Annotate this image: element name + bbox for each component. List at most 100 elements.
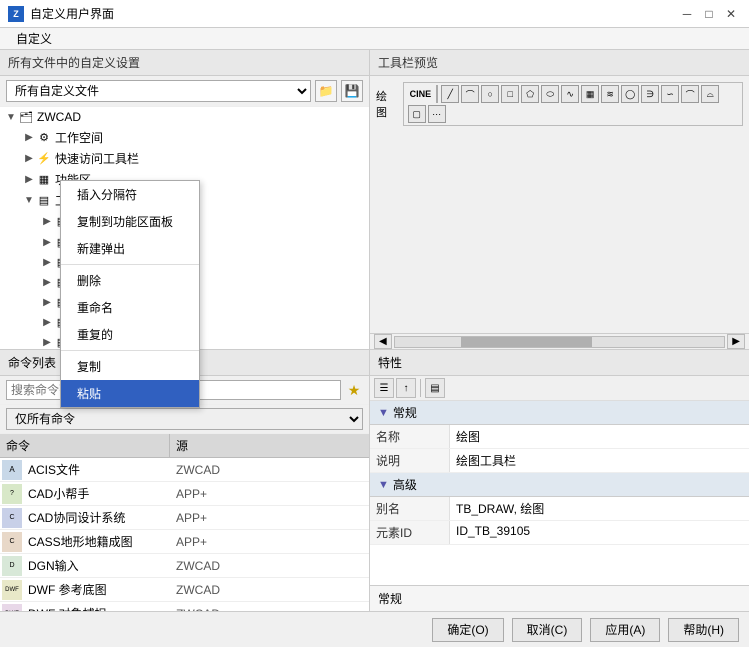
props-key-desc: 说明 <box>370 449 450 472</box>
bottom-bar: 确定(O) 取消(C) 应用(A) 帮助(H) <box>0 611 749 647</box>
help-button[interactable]: 帮助(H) <box>668 618 739 642</box>
title-controls: ─ □ ✕ <box>677 5 741 23</box>
expand-t4[interactable]: ▶ <box>40 275 54 289</box>
expand-workspace[interactable]: ▶ <box>22 131 36 145</box>
cmd-row-6[interactable]: DWF DWF 对象捕捉 ZWCAD <box>0 602 369 611</box>
props-val-name: 绘图 <box>450 425 749 448</box>
tree-item-zwcad[interactable]: ▼ 🗂 ZWCAD <box>0 107 369 127</box>
tb-btn-15[interactable]: ▢ <box>408 105 426 123</box>
h-scrollbar[interactable] <box>394 336 726 348</box>
tb-btn-13[interactable]: ⌒ <box>681 85 699 103</box>
tb-btn-1[interactable]: ╱ <box>441 85 459 103</box>
props-tb-btn-1[interactable]: ☰ <box>374 378 394 398</box>
ctx-copy-ribbon[interactable]: 复制到功能区面板 <box>61 208 199 235</box>
menu-item-customize[interactable]: 自定义 <box>8 28 60 49</box>
window-title: 自定义用户界面 <box>30 5 114 22</box>
scroll-left[interactable]: ◀ <box>374 334 392 349</box>
ctx-sep-1 <box>61 264 199 265</box>
expand-quickaccess[interactable]: ▶ <box>22 152 36 166</box>
props-tb-btn-3[interactable]: ▤ <box>425 378 445 398</box>
tree-item-workspace[interactable]: ▶ ⚙ 工作空间 <box>0 127 369 148</box>
file-select[interactable]: 所有自定义文件 <box>6 80 311 102</box>
tb-btn-16[interactable]: ⋯ <box>428 105 446 123</box>
props-row-name: 名称 绘图 <box>370 425 749 449</box>
expand-t3[interactable]: ▶ <box>40 255 54 269</box>
ctx-rename[interactable]: 重命名 <box>61 294 199 321</box>
expand-t5[interactable]: ▶ <box>40 295 54 309</box>
star-button[interactable]: ★ <box>345 381 363 399</box>
cmd-row-5[interactable]: DWF DWF 参考底图 ZWCAD <box>0 578 369 602</box>
tb-btn-7[interactable]: ∿ <box>561 85 579 103</box>
left-panel-header: 所有文件中的自定义设置 <box>0 50 369 76</box>
expand-t7[interactable]: ▶ <box>40 335 54 349</box>
cmd-row-0[interactable]: A ACIS文件 ZWCAD <box>0 458 369 482</box>
expand-t6[interactable]: ▶ <box>40 315 54 329</box>
cmd-name-6: DWF 对象捕捉 <box>24 602 172 611</box>
tb-btn-4[interactable]: □ <box>501 85 519 103</box>
close-button[interactable]: ✕ <box>721 5 741 23</box>
ctx-insert-sep[interactable]: 插入分隔符 <box>61 181 199 208</box>
ctx-duplicate[interactable]: 重复的 <box>61 321 199 348</box>
filter-select[interactable]: 仅所有命令 <box>6 408 363 430</box>
cmd-row-3[interactable]: C CASS地形地籍成图 APP+ <box>0 530 369 554</box>
apply-button[interactable]: 应用(A) <box>590 618 660 642</box>
expand-biaozhu[interactable]: ▶ <box>40 215 54 229</box>
tb-sep-1 <box>436 85 438 103</box>
props-header: 特性 <box>370 350 749 376</box>
cancel-button[interactable]: 取消(C) <box>512 618 583 642</box>
tb-btn-5[interactable]: ⬠ <box>521 85 539 103</box>
props-tb-btn-2[interactable]: ↑ <box>396 378 416 398</box>
cmd-icon-1: ? <box>2 484 22 504</box>
cmd-source-3: APP+ <box>172 532 369 552</box>
cmd-icon-0: A <box>2 460 22 480</box>
ctx-delete[interactable]: 删除 <box>61 267 199 294</box>
tb-btn-6[interactable]: ⬭ <box>541 85 559 103</box>
section-collapse-icon-1: ▼ <box>378 479 389 491</box>
tb-btn-14[interactable]: ⌓ <box>701 85 719 103</box>
minimize-button[interactable]: ─ <box>677 5 697 23</box>
section-label-1: 高级 <box>393 476 417 493</box>
toolbar-mock: CINE ╱ ⌒ ○ □ ⬠ ⬭ ∿ ▦ ≋ ◯ ∋ ∽ ⌒ <box>403 82 743 126</box>
bottom-right: 特性 ☰ ↑ ▤ ▼ 常规 名称 绘图 <box>370 350 749 611</box>
expand-zwcad[interactable]: ▼ <box>4 110 18 124</box>
quickaccess-icon: ⚡ <box>36 151 52 167</box>
tb-btn-11[interactable]: ∋ <box>641 85 659 103</box>
save-file-button[interactable]: 💾 <box>341 80 363 102</box>
cmd-source-5: ZWCAD <box>172 580 369 600</box>
cmd-name-5: DWF 参考底图 <box>24 578 172 601</box>
col-source: 源 <box>170 434 369 457</box>
ctx-paste[interactable]: 粘贴 <box>61 380 199 407</box>
cmd-icon-2: C <box>2 508 22 528</box>
expand-ribbon[interactable]: ▶ <box>22 173 36 187</box>
cmd-row-1[interactable]: ? CAD小帮手 APP+ <box>0 482 369 506</box>
cmd-row-2[interactable]: C CAD协同设计系统 APP+ <box>0 506 369 530</box>
cmd-row-4[interactable]: D DGN输入 ZWCAD <box>0 554 369 578</box>
scroll-right[interactable]: ▶ <box>727 334 745 349</box>
col-name: 命令 <box>0 434 170 457</box>
props-val-alias: TB_DRAW, 绘图 <box>450 497 749 520</box>
open-file-button[interactable]: 📁 <box>315 80 337 102</box>
title-bar: Z 自定义用户界面 ─ □ ✕ <box>0 0 749 28</box>
tree-label-workspace: 工作空间 <box>55 129 103 146</box>
workspace-icon: ⚙ <box>36 130 52 146</box>
ok-button[interactable]: 确定(O) <box>432 618 503 642</box>
cmd-name-2: CAD协同设计系统 <box>24 506 172 529</box>
expand-t2[interactable]: ▶ <box>40 235 54 249</box>
expand-toolbars[interactable]: ▼ <box>22 194 36 208</box>
filter-row: 仅所有命令 <box>0 405 369 434</box>
cmd-table[interactable]: 命令 源 A ACIS文件 ZWCAD ? CAD小帮手 APP+ C CAD协… <box>0 434 369 611</box>
section-collapse-icon-0: ▼ <box>378 407 389 419</box>
tb-btn-12[interactable]: ∽ <box>661 85 679 103</box>
cmd-table-header: 命令 源 <box>0 434 369 458</box>
ctx-new-popup[interactable]: 新建弹出 <box>61 235 199 262</box>
ctx-copy[interactable]: 复制 <box>61 353 199 380</box>
maximize-button[interactable]: □ <box>699 5 719 23</box>
tb-btn-10[interactable]: ◯ <box>621 85 639 103</box>
tb-btn-9[interactable]: ≋ <box>601 85 619 103</box>
tb-btn-2[interactable]: ⌒ <box>461 85 479 103</box>
tb-btn-3[interactable]: ○ <box>481 85 499 103</box>
tb-btn-8[interactable]: ▦ <box>581 85 599 103</box>
tree-item-quickaccess[interactable]: ▶ ⚡ 快速访问工具栏 <box>0 148 369 169</box>
cmd-icon-5: DWF <box>2 580 22 600</box>
props-row-desc: 说明 绘图工具栏 <box>370 449 749 473</box>
